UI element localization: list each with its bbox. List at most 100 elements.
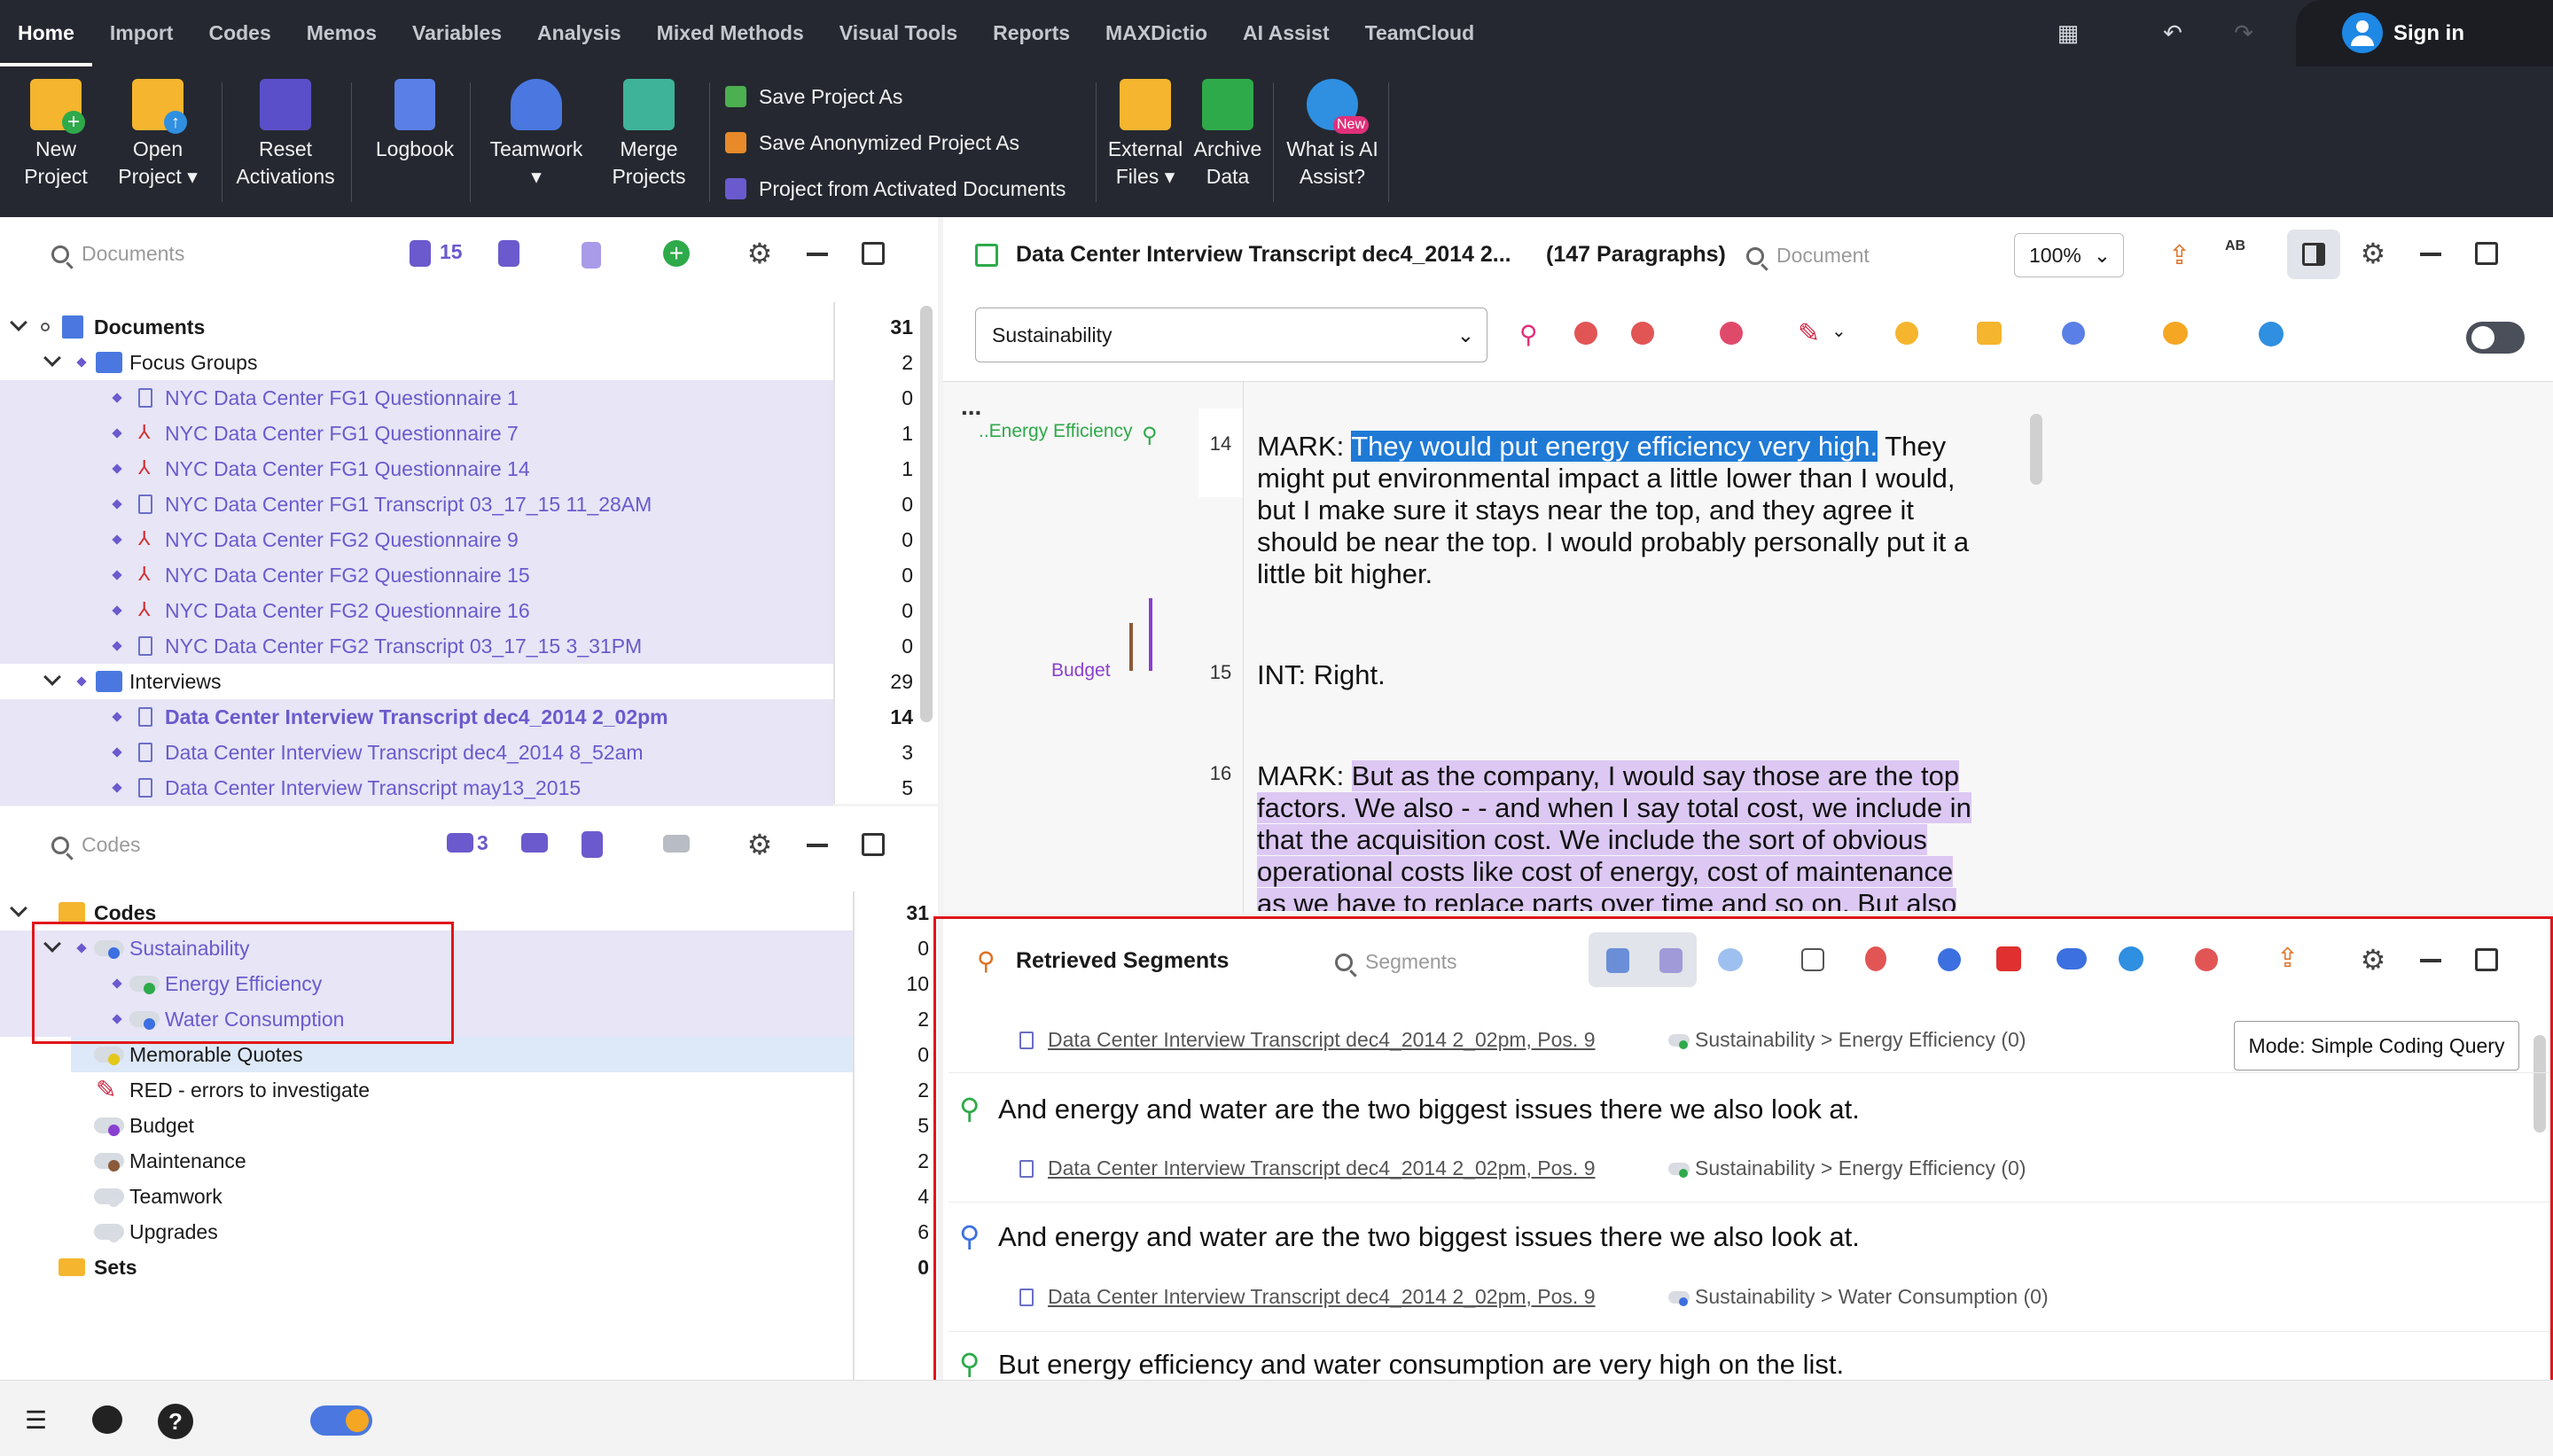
coded-text[interactable]: that the acquisition cost. We include th…	[1257, 824, 1927, 855]
codes-search[interactable]: Codes	[51, 833, 140, 857]
document-scrollbar[interactable]	[2030, 414, 2042, 485]
code-document-icon[interactable]	[582, 831, 603, 858]
tab-mixed-methods[interactable]: Mixed Methods	[639, 0, 822, 66]
emoji-icon[interactable]	[1895, 322, 1918, 345]
margin-code-budget[interactable]: Budget	[1051, 660, 1111, 681]
activation-diamond-icon[interactable]	[112, 605, 122, 616]
calculator-icon[interactable]: ▦	[2055, 19, 2081, 46]
maintenance-coding-stripe[interactable]	[1129, 623, 1133, 671]
tab-visual-tools[interactable]: Visual Tools	[822, 0, 975, 66]
coded-text[interactable]: operational costs like cost of energy, c…	[1257, 856, 1954, 887]
teamwork-button[interactable]: Teamwork ▾	[479, 79, 594, 191]
tab-teamcloud[interactable]: TeamCloud	[1347, 0, 1493, 66]
chevron-down-icon[interactable]	[10, 314, 27, 331]
tab-reports[interactable]: Reports	[975, 0, 1088, 66]
tab-memos[interactable]: Memos	[289, 0, 394, 66]
document-row[interactable]: ⅄ NYC Data Center FG1 Questionnaire 14	[0, 451, 833, 487]
document-copy-icon[interactable]	[582, 242, 601, 269]
document-row[interactable]: ⅄ NYC Data Center FG1 Questionnaire 7	[0, 416, 833, 451]
link-icon[interactable]	[2062, 322, 2085, 345]
help-icon[interactable]: ?	[158, 1404, 193, 1439]
edit-mode-toggle[interactable]	[2466, 322, 2525, 354]
merge-projects-button[interactable]: Merge Projects	[599, 79, 699, 191]
selected-text[interactable]: They would put energy efficiency very hi…	[1351, 431, 1878, 462]
tree-row-sets[interactable]: Sets 0	[0, 1250, 929, 1285]
chevron-down-icon[interactable]: ⌄	[1831, 320, 1846, 342]
reset-activations-button[interactable]: Reset Activations	[232, 79, 339, 191]
paragraph-16-line-1[interactable]: MARK: But as the company, I would say th…	[1257, 760, 1960, 792]
tab-codes[interactable]: Codes	[191, 0, 288, 66]
paragraph-16-line-3[interactable]: that the acquisition cost. We include th…	[1257, 824, 1927, 856]
document-search[interactable]: Document	[1746, 244, 1870, 268]
coded-text[interactable]: factors. We also - - and when I say tota…	[1257, 792, 1971, 823]
paragraph-14-line-3[interactable]: but I make sure it stays near the top, a…	[1257, 494, 1914, 526]
sliders-icon[interactable]: ☰	[25, 1405, 47, 1435]
panel-toggle-button[interactable]	[2287, 230, 2340, 279]
activation-diamond-icon[interactable]	[76, 357, 87, 368]
save-project-as-button[interactable]: Save Project As	[725, 81, 902, 113]
tree-row-teamwork[interactable]: Teamwork 4	[0, 1179, 929, 1214]
activation-diamond-icon[interactable]	[112, 570, 122, 580]
project-from-activated-button[interactable]: Project from Activated Documents	[725, 173, 1066, 205]
tab-maxdictio[interactable]: MAXDictio	[1088, 0, 1225, 66]
chevron-down-icon[interactable]	[43, 668, 61, 686]
ai-assist-small-icon[interactable]	[2259, 322, 2284, 346]
paragraph-16-line-5[interactable]: as we have to replace parts over time an…	[1257, 888, 1957, 911]
coded-text[interactable]: as we have to replace parts over time an…	[1257, 888, 1957, 911]
code-marker-icon[interactable]: ⚲	[1142, 423, 1158, 448]
coded-text[interactable]: But as the company, I would say those ar…	[1351, 760, 1960, 791]
tab-analysis[interactable]: Analysis	[519, 0, 639, 66]
document-row[interactable]: Data Center Interview Transcript may13_2…	[0, 770, 833, 806]
tab-import[interactable]: Import	[92, 0, 191, 66]
tree-row-focus-groups[interactable]: Focus Groups 2	[0, 345, 920, 380]
paragraph-14-line-5[interactable]: little bit higher.	[1257, 558, 1433, 590]
new-code-icon[interactable]	[663, 835, 690, 853]
highlight-pen-icon[interactable]: ✎	[1798, 318, 1820, 349]
paragraph-16-line-2[interactable]: factors. We also - - and when I say tota…	[1257, 792, 1971, 824]
activated-codes-icon[interactable]	[447, 833, 473, 853]
tree-row-red-errors[interactable]: ✎ RED - errors to investigate 2	[0, 1072, 929, 1108]
document-row[interactable]: NYC Data Center FG2 Transcript 03_17_15 …	[0, 628, 833, 664]
paragraph-14-line-1[interactable]: MARK: They would put energy efficiency v…	[1257, 431, 1946, 463]
activation-diamond-icon[interactable]	[112, 393, 122, 403]
tab-home[interactable]: Home	[0, 0, 92, 66]
document-row[interactable]: NYC Data Center FG1 Questionnaire 1	[0, 380, 833, 416]
document-row[interactable]: ⅄ NYC Data Center FG2 Questionnaire 15	[0, 557, 833, 593]
activation-diamond-icon[interactable]	[112, 499, 122, 510]
memo-add-icon[interactable]	[1977, 322, 2002, 345]
redo-icon[interactable]: ↷	[2230, 19, 2257, 46]
zoom-select[interactable]: 100% ⌄	[2014, 233, 2124, 277]
activation-diamond-icon[interactable]	[112, 641, 122, 651]
comment-icon[interactable]	[2163, 322, 2188, 345]
undo-icon[interactable]: ↶	[2159, 19, 2186, 46]
chevron-down-icon[interactable]	[10, 899, 27, 917]
minimize-icon[interactable]	[2420, 253, 2441, 256]
new-project-button[interactable]: + New Project	[12, 79, 99, 191]
chat-icon[interactable]	[92, 1405, 122, 1434]
export-icon[interactable]: ⇪	[2168, 240, 2190, 271]
external-files-button[interactable]: External Files ▾	[1099, 79, 1191, 191]
tree-row-maintenance[interactable]: Maintenance 2	[0, 1143, 929, 1179]
tree-row-upgrades[interactable]: Upgrades 6	[0, 1214, 929, 1250]
maximize-icon[interactable]	[2475, 242, 2498, 265]
paragraph-14-line-2[interactable]: might put environmental impact a little …	[1257, 463, 1955, 494]
document-row[interactable]: Data Center Interview Transcript dec4_20…	[0, 735, 833, 770]
activation-diamond-icon[interactable]	[112, 783, 122, 793]
document-row[interactable]: Data Center Interview Transcript dec4_20…	[0, 699, 833, 735]
paragraph-14-line-4[interactable]: should be near the top. I would probably…	[1257, 526, 1969, 558]
tab-ai-assist[interactable]: AI Assist	[1225, 0, 1347, 66]
tree-row-budget[interactable]: Budget 5	[0, 1108, 929, 1143]
activated-docs-icon[interactable]	[410, 240, 431, 267]
archive-data-button[interactable]: Archive Data	[1188, 79, 1268, 191]
maximize-icon[interactable]	[862, 242, 885, 265]
minimize-icon[interactable]	[807, 253, 828, 256]
spellcheck-icon[interactable]: AB	[2225, 238, 2245, 254]
code-in-vivo-icon[interactable]	[1631, 322, 1654, 345]
margin-code-energy-efficiency[interactable]: ..Energy Efficiency	[979, 421, 1133, 442]
document-row[interactable]: ⅄ NYC Data Center FG2 Questionnaire 16	[0, 593, 833, 628]
code-filter-icon[interactable]	[521, 833, 548, 853]
code-with-quick-code-icon[interactable]: ⚲	[1519, 320, 1538, 349]
save-anonymized-button[interactable]: Save Anonymized Project As	[725, 127, 1019, 159]
edit-document-icon[interactable]	[975, 244, 998, 267]
activation-diamond-icon[interactable]	[112, 712, 122, 722]
